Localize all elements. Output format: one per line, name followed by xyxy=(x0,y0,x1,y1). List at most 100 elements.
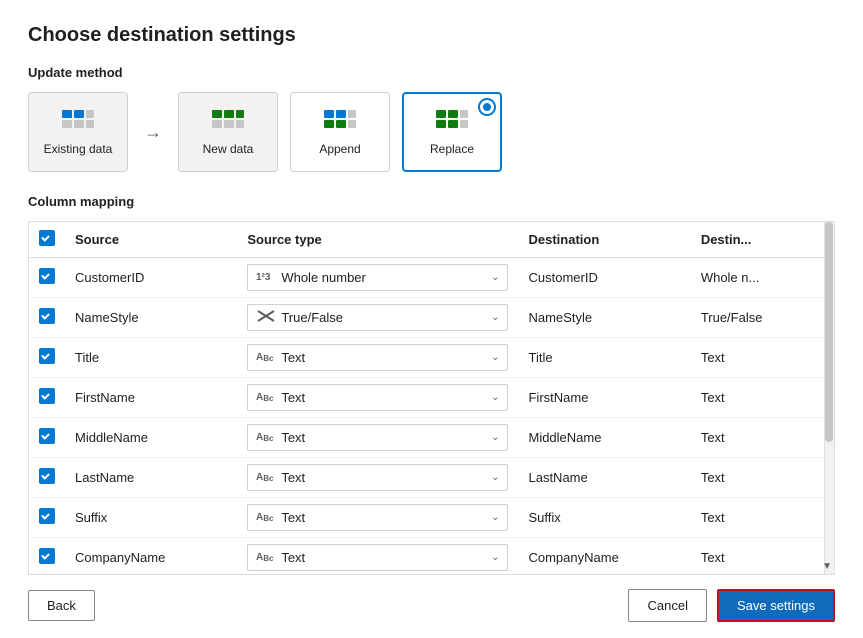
table-row: NameStyle True/False ⌄ NameStyle True/Fa… xyxy=(29,298,834,338)
type-label-7: Text xyxy=(281,550,305,565)
table-header-row: Source Source type Destination Destin... xyxy=(29,222,834,258)
existing-data-label: Existing data xyxy=(44,142,113,156)
header-source: Source xyxy=(65,222,237,258)
source-type-dropdown-2[interactable]: ABc Text ⌄ xyxy=(247,344,508,371)
svg-text:ABc: ABc xyxy=(256,512,274,523)
row-destin-4: Text xyxy=(691,418,834,458)
row-source-type-1: True/False ⌄ xyxy=(237,298,518,338)
svg-text:ABc: ABc xyxy=(256,352,274,363)
row-destin-5: Text xyxy=(691,458,834,498)
table-row: FirstName ABc Text ⌄ FirstName Text xyxy=(29,378,834,418)
save-settings-button[interactable]: Save settings xyxy=(717,589,835,622)
table-row: Title ABc Text ⌄ Title Text xyxy=(29,338,834,378)
arrow-divider: → xyxy=(144,122,162,143)
row-checkbox-0[interactable] xyxy=(39,268,55,284)
update-method-section: Update method Existing data → xyxy=(28,65,835,172)
scrollbar-track[interactable]: ▼ xyxy=(824,222,834,574)
table-row: MiddleName ABc Text ⌄ MiddleName Text xyxy=(29,418,834,458)
source-type-dropdown-6[interactable]: ABc Text ⌄ xyxy=(247,504,508,531)
type-label-6: Text xyxy=(281,510,305,525)
table-row: CompanyName ABc Text ⌄ CompanyName Text xyxy=(29,538,834,576)
mapping-table: Source Source type Destination Destin...… xyxy=(29,222,834,575)
method-card-existing[interactable]: Existing data xyxy=(28,92,128,172)
row-checkbox-3[interactable] xyxy=(39,388,55,404)
type-icon-5: ABc xyxy=(256,469,276,486)
dropdown-chevron-4: ⌄ xyxy=(491,432,499,443)
row-checkbox-cell xyxy=(29,458,65,498)
row-checkbox-1[interactable] xyxy=(39,308,55,324)
type-icon-0: 1²3 xyxy=(256,269,276,286)
row-destination-6: Suffix xyxy=(518,498,690,538)
row-destin-2: Text xyxy=(691,338,834,378)
source-type-dropdown-5[interactable]: ABc Text ⌄ xyxy=(247,464,508,491)
page-container: Choose destination settings Update metho… xyxy=(0,0,863,638)
table-row: Suffix ABc Text ⌄ Suffix Text xyxy=(29,498,834,538)
type-content-3: ABc Text xyxy=(256,389,305,406)
row-source-6: Suffix xyxy=(65,498,237,538)
svg-text:ABc: ABc xyxy=(256,472,274,483)
type-icon-1 xyxy=(256,309,276,326)
type-label-3: Text xyxy=(281,390,305,405)
dropdown-chevron-2: ⌄ xyxy=(491,352,499,363)
svg-text:1²3: 1²3 xyxy=(256,272,271,283)
row-source-2: Title xyxy=(65,338,237,378)
source-type-dropdown-4[interactable]: ABc Text ⌄ xyxy=(247,424,508,451)
row-checkbox-cell xyxy=(29,418,65,458)
row-destin-6: Text xyxy=(691,498,834,538)
row-checkbox-4[interactable] xyxy=(39,428,55,444)
method-card-replace[interactable]: Replace xyxy=(402,92,502,172)
row-checkbox-2[interactable] xyxy=(39,348,55,364)
replace-icon xyxy=(434,108,470,136)
row-checkbox-cell xyxy=(29,538,65,576)
type-label-4: Text xyxy=(281,430,305,445)
method-card-append[interactable]: Append xyxy=(290,92,390,172)
mapping-table-container: Source Source type Destination Destin...… xyxy=(28,221,835,575)
update-method-label: Update method xyxy=(28,65,835,80)
row-destin-7: Text xyxy=(691,538,834,576)
dropdown-chevron-7: ⌄ xyxy=(491,552,499,563)
row-destination-2: Title xyxy=(518,338,690,378)
replace-label: Replace xyxy=(430,142,474,156)
source-type-dropdown-7[interactable]: ABc Text ⌄ xyxy=(247,544,508,571)
type-label-0: Whole number xyxy=(281,270,366,285)
row-source-type-7: ABc Text ⌄ xyxy=(237,538,518,576)
dropdown-chevron-3: ⌄ xyxy=(491,392,499,403)
scroll-down-arrow[interactable]: ▼ xyxy=(822,561,832,572)
row-destin-0: Whole n... xyxy=(691,258,834,298)
row-source-7: CompanyName xyxy=(65,538,237,576)
source-type-dropdown-3[interactable]: ABc Text ⌄ xyxy=(247,384,508,411)
cancel-button[interactable]: Cancel xyxy=(628,589,706,622)
row-checkbox-7[interactable] xyxy=(39,548,55,564)
type-content-4: ABc Text xyxy=(256,429,305,446)
type-content-6: ABc Text xyxy=(256,509,305,526)
row-destination-1: NameStyle xyxy=(518,298,690,338)
column-mapping-section: Column mapping Source Source type Destin… xyxy=(28,194,835,575)
type-icon-2: ABc xyxy=(256,349,276,366)
svg-text:ABc: ABc xyxy=(256,432,274,443)
row-source-type-3: ABc Text ⌄ xyxy=(237,378,518,418)
type-content-1: True/False xyxy=(256,309,343,326)
header-checkbox[interactable] xyxy=(39,230,55,246)
method-card-new[interactable]: New data xyxy=(178,92,278,172)
row-checkbox-cell xyxy=(29,258,65,298)
row-checkbox-cell xyxy=(29,498,65,538)
new-data-icon xyxy=(210,108,246,136)
row-checkbox-5[interactable] xyxy=(39,468,55,484)
back-button[interactable]: Back xyxy=(28,590,95,621)
type-icon-4: ABc xyxy=(256,429,276,446)
source-type-dropdown-1[interactable]: True/False ⌄ xyxy=(247,304,508,331)
row-source-type-0: 1²3 Whole number ⌄ xyxy=(237,258,518,298)
append-label: Append xyxy=(319,142,360,156)
scrollbar-thumb[interactable] xyxy=(825,222,833,442)
selected-indicator xyxy=(480,100,494,114)
row-destination-5: LastName xyxy=(518,458,690,498)
type-label-5: Text xyxy=(281,470,305,485)
source-type-dropdown-0[interactable]: 1²3 Whole number ⌄ xyxy=(247,264,508,291)
svg-text:ABc: ABc xyxy=(256,552,274,563)
existing-data-icon xyxy=(60,108,96,136)
row-source-type-6: ABc Text ⌄ xyxy=(237,498,518,538)
type-label-2: Text xyxy=(281,350,305,365)
type-content-2: ABc Text xyxy=(256,349,305,366)
row-destination-4: MiddleName xyxy=(518,418,690,458)
row-checkbox-6[interactable] xyxy=(39,508,55,524)
